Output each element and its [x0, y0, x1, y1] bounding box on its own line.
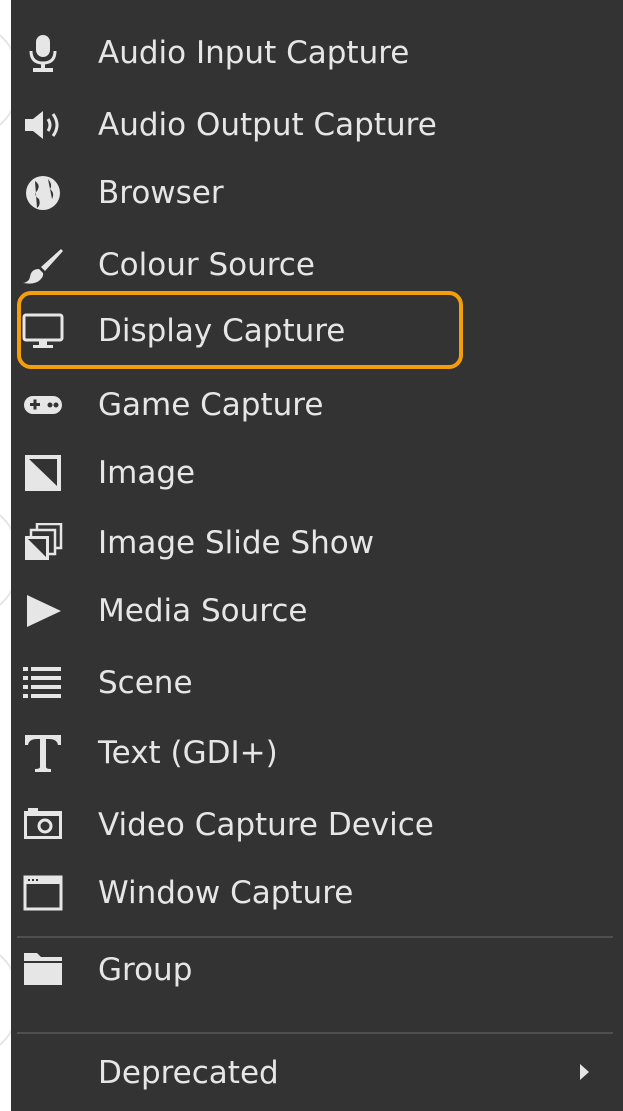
- play-icon: [21, 591, 65, 631]
- menu-item-label: Image Slide Show: [98, 525, 375, 561]
- add-source-menu: Audio Input Capture Audio Output Capture: [11, 0, 623, 1111]
- menu-item-label: Audio Output Capture: [98, 107, 437, 143]
- menu-item-audio-input-capture[interactable]: Audio Input Capture: [11, 20, 623, 86]
- menu-item-image[interactable]: Image: [11, 440, 623, 506]
- paintbrush-icon: [21, 245, 65, 285]
- menu-item-game-capture[interactable]: Game Capture: [11, 372, 623, 438]
- menu-item-label: Media Source: [98, 593, 308, 629]
- menu-item-label: Deprecated: [98, 1055, 279, 1091]
- menu-item-audio-output-capture[interactable]: Audio Output Capture: [11, 92, 623, 158]
- menu-item-label: Colour Source: [98, 247, 315, 283]
- menu-item-window-capture[interactable]: Window Capture: [11, 860, 623, 926]
- chevron-right-icon: [580, 1064, 589, 1080]
- image-icon: [21, 453, 65, 493]
- window-icon: [21, 873, 65, 913]
- gamepad-icon: [21, 385, 65, 425]
- menu-item-label: Video Capture Device: [98, 807, 434, 843]
- menu-item-deprecated[interactable]: Deprecated: [11, 1040, 623, 1106]
- menu-item-label: Audio Input Capture: [98, 35, 410, 71]
- menu-item-text-gdi[interactable]: Text (GDI+): [11, 720, 623, 786]
- menu-item-media-source[interactable]: Media Source: [11, 578, 623, 644]
- text-icon: [21, 733, 65, 773]
- menu-item-label: Browser: [98, 175, 224, 211]
- menu-item-label: Image: [98, 455, 196, 491]
- menu-item-label: Group: [98, 952, 193, 988]
- globe-icon: [21, 173, 65, 213]
- menu-separator: [17, 1032, 613, 1034]
- camera-icon: [21, 805, 65, 845]
- speaker-icon: [21, 105, 65, 145]
- menu-item-image-slide-show[interactable]: Image Slide Show: [11, 510, 623, 576]
- menu-item-video-capture-device[interactable]: Video Capture Device: [11, 792, 623, 858]
- menu-item-label: Scene: [98, 665, 193, 701]
- menu-item-label: Text (GDI+): [98, 735, 278, 771]
- microphone-icon: [21, 33, 65, 73]
- list-icon: [21, 663, 65, 703]
- menu-item-colour-source[interactable]: Colour Source: [11, 232, 623, 298]
- screenshot-page: Audio Input Capture Audio Output Capture: [0, 0, 623, 1111]
- menu-item-display-capture[interactable]: Display Capture: [11, 298, 623, 364]
- menu-item-scene[interactable]: Scene: [11, 650, 623, 716]
- monitor-icon: [21, 311, 65, 351]
- image-stack-icon: [21, 523, 65, 563]
- menu-item-label: Display Capture: [98, 313, 346, 349]
- menu-item-label: Game Capture: [98, 387, 324, 423]
- menu-item-group[interactable]: Group: [11, 930, 623, 996]
- menu-item-browser[interactable]: Browser: [11, 160, 623, 226]
- menu-item-label: Window Capture: [98, 875, 354, 911]
- folder-icon: [21, 949, 65, 989]
